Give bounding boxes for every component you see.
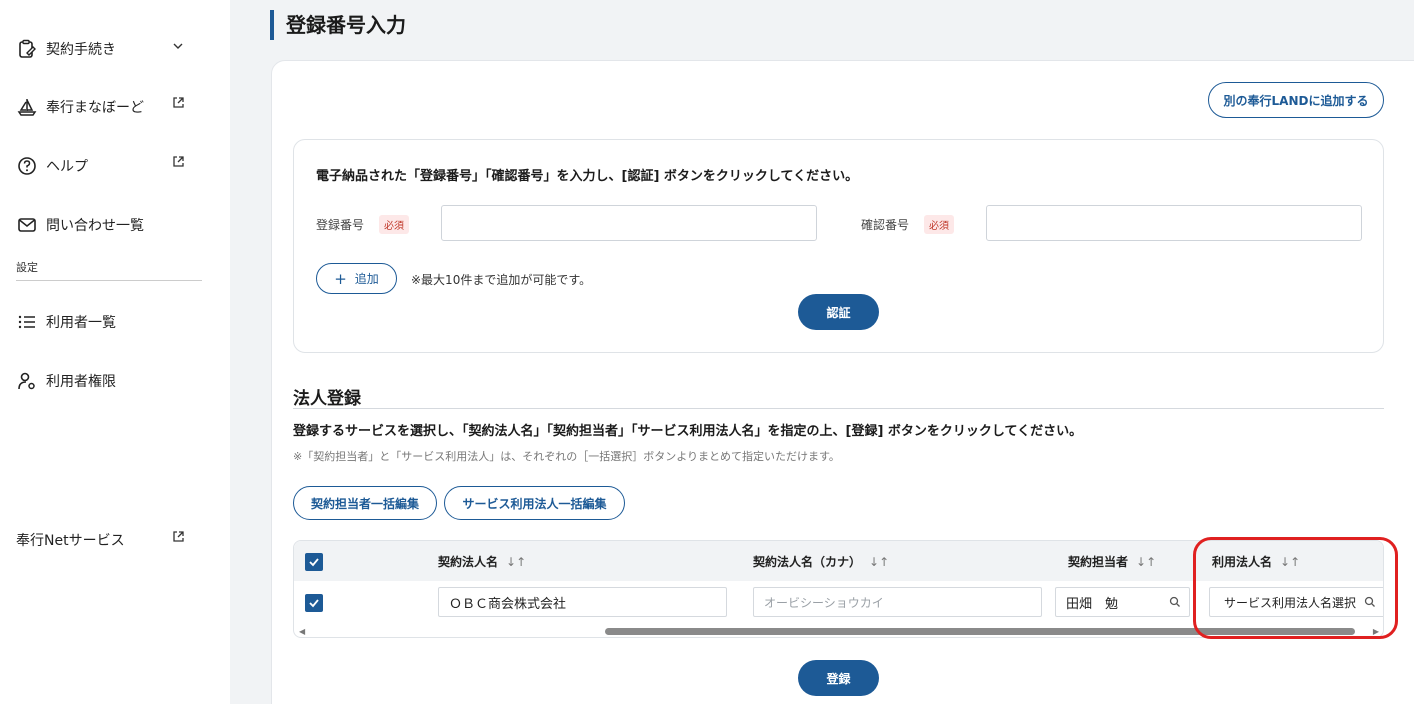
mail-icon [16, 214, 38, 236]
add-row-label: 追加 [354, 272, 379, 286]
required-badge: 必須 [924, 215, 954, 234]
sidebar-item-net-service[interactable]: 奉行Netサービス [16, 530, 196, 550]
column-header-corp-name[interactable]: 契約法人名 ↓↑ [438, 553, 526, 570]
horizontal-scrollbar[interactable]: ◀ ▶ [294, 625, 1383, 637]
corporate-table: 契約法人名 ↓↑ 契約法人名（カナ） ↓↑ 契約担当者 ↓↑ 利用法人名 ↓↑ … [293, 540, 1384, 638]
plus-icon: + [334, 269, 347, 288]
external-link-icon[interactable] [172, 96, 186, 110]
reg-number-label: 登録番号 [316, 218, 365, 232]
page-title: 登録番号入力 [286, 13, 406, 37]
bulk-service-corp-button[interactable]: サービス利用法人一括編集 [444, 486, 625, 520]
sidebar-item-label: 問い合わせ一覧 [46, 218, 144, 234]
registration-instruction: 電子納品された「登録番号」「確認番号」を入力し、[認証] ボタンをクリックしてく… [316, 169, 859, 184]
scroll-thumb[interactable] [605, 628, 1355, 635]
section-title-corporate: 法人登録 [293, 389, 361, 409]
sidebar-item-permissions[interactable]: 利用者権限 [16, 370, 196, 392]
check-icon [309, 558, 319, 567]
confirm-number-input[interactable] [986, 205, 1362, 241]
scroll-right-icon[interactable]: ▶ [1373, 627, 1379, 636]
confirm-number-label: 確認番号 [861, 218, 910, 232]
chevron-down-icon[interactable] [172, 40, 186, 54]
external-link-icon[interactable] [172, 155, 186, 169]
corp-name-input[interactable]: ＯＢＣ商会株式会社 [438, 587, 727, 617]
corp-kana-input[interactable]: オービシーショウカイ [753, 587, 1042, 617]
sidebar-item-manaboard[interactable]: 奉行まなぼーど [16, 96, 196, 118]
column-header-contact[interactable]: 契約担当者 ↓↑ [1068, 553, 1156, 570]
add-row-button[interactable]: + 追加 [316, 263, 397, 294]
table-header: 契約法人名 ↓↑ 契約法人名（カナ） ↓↑ 契約担当者 ↓↑ 利用法人名 ↓↑ [294, 541, 1383, 581]
sidebar-item-contract[interactable]: 契約手続き [16, 38, 196, 60]
add-limit-note: ※最大10件まで追加が可能です。 [411, 273, 592, 287]
search-icon [1169, 596, 1180, 607]
settings-section-label: 設定 [16, 261, 38, 274]
reg-number-input[interactable] [441, 205, 817, 241]
help-circle-icon [16, 155, 38, 177]
search-icon [1364, 596, 1375, 607]
sidebar-divider [16, 280, 202, 281]
section-divider [293, 408, 1384, 409]
sort-icon[interactable]: ↓↑ [506, 555, 526, 569]
corporate-instruction: 登録するサービスを選択し、「契約法人名」「契約担当者」「サービス利用法人名」を指… [293, 424, 1083, 439]
add-land-button[interactable]: 別の奉行LANDに追加する [1208, 82, 1384, 118]
sidebar-item-label: 契約手続き [46, 42, 116, 58]
external-link-icon[interactable] [172, 530, 186, 544]
check-icon [309, 599, 319, 608]
scroll-left-icon[interactable]: ◀ [299, 627, 305, 636]
sidebar-item-label: 奉行Netサービス [16, 533, 125, 549]
sort-icon[interactable]: ↓↑ [1136, 555, 1156, 569]
contact-value: 田畑 勉 [1066, 596, 1119, 612]
auth-button[interactable]: 認証 [798, 294, 879, 330]
required-badge: 必須 [379, 215, 409, 234]
sidebar: 契約手続き 奉行まなぼーど ヘルプ 問い合わせ一覧 設定 利用者一覧 利用者権限… [0, 0, 230, 704]
select-all-checkbox[interactable] [305, 553, 323, 571]
sidebar-item-label: 利用者一覧 [46, 315, 116, 331]
sort-icon[interactable]: ↓↑ [1280, 555, 1300, 569]
column-header-service-corp[interactable]: 利用法人名 ↓↑ [1212, 553, 1300, 570]
sidebar-item-label: ヘルプ [46, 159, 88, 175]
user-gear-icon [16, 370, 38, 392]
sidebar-item-help[interactable]: ヘルプ [16, 155, 196, 177]
bulk-contact-button[interactable]: 契約担当者一括編集 [293, 486, 437, 520]
sidebar-item-inquiries[interactable]: 問い合わせ一覧 [16, 214, 196, 236]
service-corp-value: サービス利用法人名選択 [1224, 595, 1357, 610]
contact-select[interactable]: 田畑 勉 [1055, 587, 1190, 617]
sidebar-item-label: 利用者権限 [46, 374, 116, 390]
column-header-corp-kana[interactable]: 契約法人名（カナ） ↓↑ [753, 553, 889, 570]
sidebar-item-users[interactable]: 利用者一覧 [16, 311, 196, 333]
register-button[interactable]: 登録 [798, 660, 879, 696]
corporate-sub-note: ※「契約担当者」と「サービス利用法人」は、それぞれの［一括選択］ボタンよりまとめ… [293, 450, 840, 463]
row-checkbox[interactable] [305, 594, 323, 612]
sailboat-icon [16, 96, 38, 118]
page-title-accent [270, 10, 274, 40]
sidebar-item-label: 奉行まなぼーど [46, 100, 144, 116]
clipboard-edit-icon [16, 38, 38, 60]
list-icon [16, 311, 38, 333]
sort-icon[interactable]: ↓↑ [869, 555, 889, 569]
service-corp-select[interactable]: サービス利用法人名選択 [1209, 587, 1383, 617]
